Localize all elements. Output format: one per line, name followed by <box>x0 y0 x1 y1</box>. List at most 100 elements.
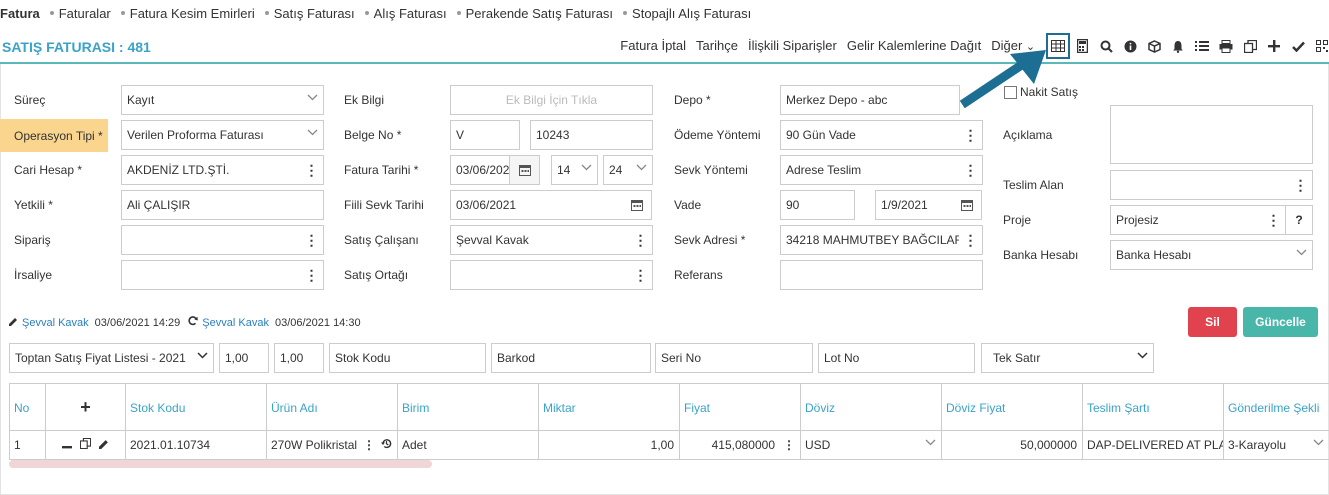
row-gonderilme-select[interactable]: 3-Karayolu <box>1223 431 1329 460</box>
history-icon[interactable] <box>381 438 392 452</box>
pencil-icon[interactable] <box>99 438 109 452</box>
cube-icon[interactable] <box>1142 34 1166 58</box>
tarihce-link[interactable]: Tarihçe <box>696 38 738 53</box>
fatura-dakika-select[interactable]: 24 <box>603 155 653 185</box>
teslim-alan-input[interactable] <box>1110 170 1290 200</box>
breadcrumb-satis-faturasi[interactable]: Satış Faturası <box>264 6 355 21</box>
breadcrumb-faturalar[interactable]: Faturalar <box>49 6 111 21</box>
breadcrumb-stopajli[interactable]: Stopajlı Alış Faturası <box>623 6 751 21</box>
copy-icon[interactable] <box>1238 34 1262 58</box>
horizontal-scrollbar[interactable] <box>9 460 432 468</box>
satis-ortagi-menu-icon[interactable]: ⋮ <box>629 260 653 290</box>
referans-input[interactable] <box>780 260 983 290</box>
col-doviz[interactable]: Döviz <box>800 384 941 431</box>
info-icon[interactable] <box>1118 34 1142 58</box>
price-list-select[interactable]: Toptan Satış Fiyat Listesi - 2021 <box>9 343 214 373</box>
proje-input[interactable]: Projesiz <box>1110 205 1263 235</box>
breadcrumb-fatura-kesim[interactable]: Fatura Kesim Emirleri <box>120 6 255 21</box>
vade-tarih-input[interactable]: 1/9/2021 <box>875 190 953 220</box>
print-icon[interactable] <box>1214 34 1238 58</box>
fatura-saat-select[interactable]: 14 <box>551 155 598 185</box>
created-by-link[interactable]: Şevval Kavak <box>22 317 89 329</box>
updated-by-link[interactable]: Şevval Kavak <box>202 317 269 329</box>
stok-kodu-input[interactable]: Stok Kodu <box>329 343 486 373</box>
teslim-alan-menu-icon[interactable]: ⋮ <box>1289 170 1313 200</box>
calendar-icon[interactable] <box>510 155 540 185</box>
col-stok-kodu[interactable]: Stok Kodu <box>125 384 266 431</box>
col-gonderilme-sekli[interactable]: Gönderilme Şekli <box>1223 384 1329 431</box>
calendar-icon[interactable] <box>952 190 982 220</box>
satir-mode-select[interactable]: Tek Satır <box>981 343 1154 373</box>
sevk-adresi-menu-icon[interactable]: ⋮ <box>959 225 983 255</box>
sevk-yontemi-input[interactable]: Adrese Teslim <box>780 155 960 185</box>
rate-input-2[interactable]: 1,00 <box>274 343 324 373</box>
belge-seri-input[interactable]: V <box>450 120 520 150</box>
depo-input[interactable]: Merkez Depo - abc <box>780 85 960 115</box>
yetkili-input[interactable]: Ali ÇALIŞIR <box>121 190 324 220</box>
qrcode-icon[interactable] <box>1310 34 1329 58</box>
odeme-menu-icon[interactable]: ⋮ <box>959 120 983 150</box>
irsaliye-input[interactable] <box>121 260 301 290</box>
col-miktar[interactable]: Miktar <box>538 384 679 431</box>
operasyon-tipi-select[interactable]: Verilen Proforma Faturası <box>121 120 324 150</box>
surec-select[interactable]: Kayıt <box>121 85 324 115</box>
satis-calisani-menu-icon[interactable]: ⋮ <box>629 225 653 255</box>
barkod-input[interactable]: Barkod <box>491 343 651 373</box>
breadcrumb-alis-faturasi[interactable]: Alış Faturası <box>364 6 447 21</box>
add-row-button[interactable]: + <box>45 384 125 431</box>
col-urun-adi[interactable]: Ürün Adı <box>266 384 397 431</box>
fiili-sevk-input[interactable]: 03/06/2021 <box>450 190 623 220</box>
calendar-icon[interactable] <box>622 190 652 220</box>
ek-bilgi-input[interactable]: Ek Bilgi İçin Tıkla <box>450 85 653 115</box>
breadcrumb-perakende[interactable]: Perakende Satış Faturası <box>456 6 613 21</box>
row-urun-adi[interactable]: 270W Polikristal ⋮ <box>266 431 397 460</box>
plus-icon[interactable] <box>1262 34 1286 58</box>
row-doviz-fiyat[interactable]: 50,000000 <box>941 431 1082 460</box>
odeme-yontemi-input[interactable]: 90 Gün Vade <box>780 120 960 150</box>
row-doviz-select[interactable]: USD <box>800 431 941 460</box>
col-fiyat[interactable]: Fiyat <box>679 384 800 431</box>
satis-calisani-input[interactable]: Şevval Kavak <box>450 225 630 255</box>
lot-no-input[interactable]: Lot No <box>818 343 975 373</box>
check-icon[interactable] <box>1286 34 1310 58</box>
seri-no-input[interactable]: Seri No <box>655 343 813 373</box>
fiyat-menu-icon[interactable]: ⋮ <box>783 438 795 452</box>
delete-button[interactable]: Sil <box>1188 307 1237 337</box>
list-icon[interactable] <box>1190 34 1214 58</box>
col-teslim-sarti[interactable]: Teslim Şartı <box>1082 384 1223 431</box>
col-birim[interactable]: Birim <box>397 384 538 431</box>
bell-icon[interactable] <box>1166 34 1190 58</box>
sevk-yontemi-menu-icon[interactable]: ⋮ <box>959 155 983 185</box>
calculator-icon[interactable] <box>1070 34 1094 58</box>
cari-hesap-menu-icon[interactable]: ⋮ <box>300 155 324 185</box>
satis-ortagi-input[interactable] <box>450 260 630 290</box>
help-icon[interactable]: ? <box>1286 205 1313 235</box>
row-stok-kodu[interactable]: 2021.01.10734 <box>125 431 266 460</box>
search-icon[interactable] <box>1094 34 1118 58</box>
siparis-input[interactable] <box>121 225 301 255</box>
siparis-menu-icon[interactable]: ⋮ <box>300 225 324 255</box>
iliskili-siparisler-link[interactable]: İlişkili Siparişler <box>748 38 837 53</box>
irsaliye-menu-icon[interactable]: ⋮ <box>300 260 324 290</box>
aciklama-textarea[interactable] <box>1110 105 1313 164</box>
row-birim[interactable]: Adet <box>397 431 538 460</box>
vade-gun-input[interactable]: 90 <box>780 190 855 220</box>
row-miktar[interactable]: 1,00 <box>538 431 679 460</box>
fatura-tarihi-input[interactable]: 03/06/2021 <box>450 155 510 185</box>
sevk-yontemi-label: Sevk Yöntemi <box>674 163 748 177</box>
row-fiyat[interactable]: 415,080000 ⋮ <box>679 431 800 460</box>
cari-hesap-input[interactable]: AKDENİZ LTD.ŞTİ. <box>121 155 301 185</box>
sevk-adresi-input[interactable]: 34218 MAHMUTBEY BAĞCILAR <box>780 225 960 255</box>
rate-input-1[interactable]: 1,00 <box>219 343 269 373</box>
col-doviz-fiyat[interactable]: Döviz Fiyat <box>941 384 1082 431</box>
fatura-iptal-link[interactable]: Fatura İptal <box>620 38 686 53</box>
banka-hesabi-select[interactable]: Banka Hesabı <box>1110 240 1313 270</box>
update-button[interactable]: Güncelle <box>1243 307 1318 337</box>
copy-icon[interactable] <box>79 437 92 452</box>
belge-no-input[interactable]: 10243 <box>530 120 653 150</box>
urun-menu-icon[interactable]: ⋮ <box>363 438 375 452</box>
minus-icon[interactable] <box>62 438 72 452</box>
breadcrumb-fatura[interactable]: Fatura <box>0 6 40 21</box>
row-teslim-sarti[interactable]: DAP-DELIVERED AT PLACE <box>1082 431 1223 460</box>
proje-menu-icon[interactable]: ⋮ <box>1262 205 1286 235</box>
